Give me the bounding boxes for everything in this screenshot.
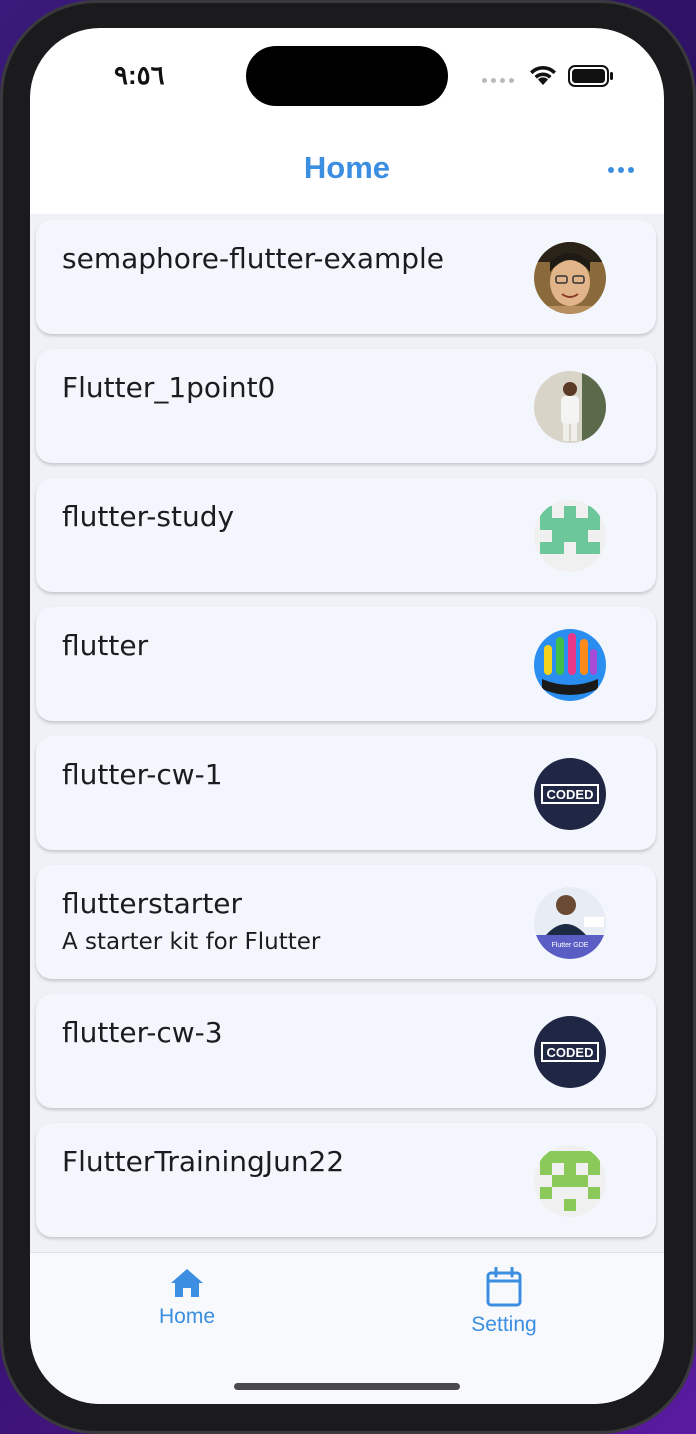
home-icon [171, 1269, 203, 1297]
owner-avatar: Flutter GDE [534, 887, 606, 959]
wifi-icon [530, 65, 556, 85]
repo-card[interactable]: flutter-cw-3 CODED [36, 994, 656, 1108]
tab-label: Setting [471, 1313, 537, 1336]
home-indicator[interactable] [234, 1383, 460, 1390]
page-title: Home [303, 150, 391, 185]
owner-avatar [534, 371, 606, 443]
more-dot [618, 167, 624, 173]
repo-name: Flutter_1point0 [62, 371, 276, 404]
bottom-tab-bar: Home Setting [30, 1252, 664, 1404]
battery-icon [568, 65, 613, 87]
app-screen: ٩:٥٦ Home semaphore-flutter-example Flut… [30, 28, 664, 1404]
coded-logo-text: CODED [547, 787, 594, 802]
navigation-bar: Home [30, 138, 664, 218]
owner-avatar [534, 500, 606, 572]
repo-name: flutter-study [62, 500, 235, 533]
cellular-signal-icon [482, 78, 514, 83]
repo-card[interactable]: semaphore-flutter-example [36, 220, 656, 334]
calendar-icon [486, 1267, 522, 1307]
owner-avatar [534, 1145, 606, 1217]
repo-name: flutterstarter [62, 887, 243, 920]
repo-card[interactable]: flutter-study [36, 478, 656, 592]
avatar-caption: Flutter GDE [552, 942, 589, 949]
tab-home[interactable]: Home [107, 1267, 267, 1347]
owner-avatar [534, 242, 606, 314]
more-dot [608, 167, 614, 173]
repo-card[interactable]: flutter-cw-1 CODED [36, 736, 656, 850]
repo-name: semaphore-flutter-example [62, 242, 445, 275]
more-dot [628, 167, 634, 173]
tab-label: Home [158, 1305, 216, 1328]
status-bar: ٩:٥٦ [30, 28, 664, 128]
repo-name: FlutterTrainingJun22 [62, 1145, 345, 1178]
coded-logo-text: CODED [547, 1045, 594, 1060]
owner-avatar: CODED [534, 758, 606, 830]
dynamic-island [246, 46, 448, 106]
repo-card[interactable]: Flutter_1point0 [36, 349, 656, 463]
status-time: ٩:٥٦ [114, 60, 165, 90]
repository-list[interactable]: semaphore-flutter-example Flutter_1point… [30, 214, 664, 1254]
repo-description: A starter kit for Flutter [62, 929, 321, 955]
more-options-button[interactable] [608, 158, 644, 182]
repo-card[interactable]: FlutterTrainingJun22 [36, 1123, 656, 1237]
repo-name: flutter-cw-3 [62, 1016, 223, 1049]
owner-avatar: CODED [534, 1016, 606, 1088]
tab-setting[interactable]: Setting [424, 1267, 584, 1347]
repo-name: flutter-cw-1 [62, 758, 223, 791]
repo-card[interactable]: flutterstarter A starter kit for Flutter… [36, 865, 656, 979]
repo-name: flutter [62, 629, 149, 662]
repo-card[interactable]: flutter [36, 607, 656, 721]
owner-avatar [534, 629, 606, 701]
